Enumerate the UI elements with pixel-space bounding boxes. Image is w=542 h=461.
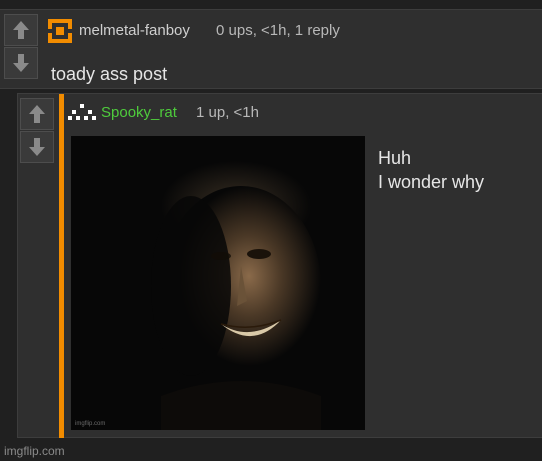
reply-text-line1: Huh <box>378 148 412 168</box>
comment-top: melmetal-fanboy 0 ups, <1h, 1 reply toad… <box>0 9 542 89</box>
comment-reply: Spooky_rat 1 up, <1h imgflip.com Huh I w… <box>17 93 542 438</box>
arrow-down-icon <box>29 138 45 156</box>
reply-meta: 1 up, <1h <box>196 104 259 121</box>
reply-thread-bar <box>59 94 64 438</box>
reply-username[interactable]: Spooky_rat <box>101 101 177 125</box>
arrow-down-icon <box>13 54 29 72</box>
comment-username[interactable]: melmetal-fanboy <box>79 19 190 43</box>
page: melmetal-fanboy 0 ups, <1h, 1 reply toad… <box>0 0 542 461</box>
reply-upvote-button[interactable] <box>20 98 54 130</box>
reply-text: Huh I wonder why <box>378 146 484 194</box>
downvote-button[interactable] <box>4 47 38 79</box>
ghost-pixel-icon <box>68 104 96 120</box>
footer-watermark: imgflip.com <box>4 444 65 458</box>
arrow-up-icon <box>13 21 29 39</box>
image-watermark: imgflip.com <box>75 421 106 427</box>
orange-square-icon <box>48 19 72 43</box>
comment-text: toady ass post <box>51 64 168 84</box>
upvote-button[interactable] <box>4 14 38 46</box>
comment-meta: 0 ups, <1h, 1 reply <box>216 22 340 39</box>
reply-downvote-button[interactable] <box>20 131 54 163</box>
smiling-man-image <box>71 136 365 430</box>
reply-image[interactable]: imgflip.com <box>71 136 365 430</box>
reply-text-line2: I wonder why <box>378 172 485 192</box>
arrow-up-icon <box>29 105 45 123</box>
